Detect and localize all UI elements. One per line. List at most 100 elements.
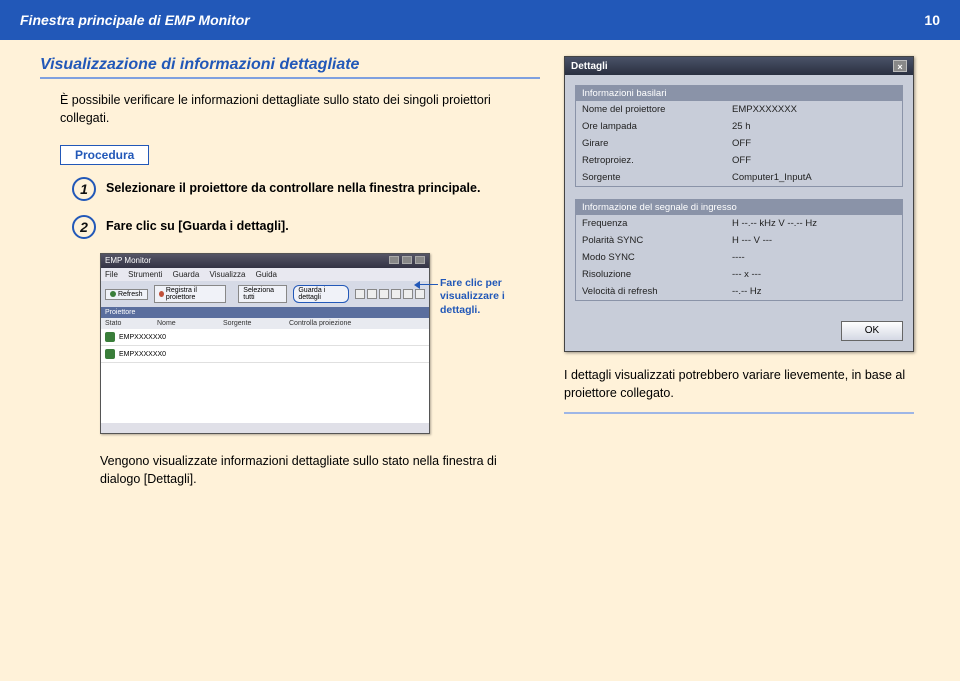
detail-label: Risoluzione xyxy=(582,269,732,280)
detail-label: Velocità di refresh xyxy=(582,286,732,297)
menu-item[interactable]: Strumenti xyxy=(128,270,162,279)
mw-subheader: Stato Nome Sorgente Controlla proiezione xyxy=(101,318,429,329)
left-column: Visualizzazione di informazioni dettagli… xyxy=(40,56,540,489)
result-note: Vengono visualizzate informazioni dettag… xyxy=(100,452,500,488)
main-window: EMP Monitor File Strumenti Guarda Visual… xyxy=(100,253,430,434)
col-contr: Controlla proiezione xyxy=(289,320,369,327)
detail-row: Modo SYNC---- xyxy=(576,249,902,266)
detail-value: 25 h xyxy=(732,121,896,132)
ctrl-icon[interactable] xyxy=(379,289,389,299)
callout-text: Fare clic per visualizzare i dettagli. xyxy=(440,277,520,316)
col-proiettore: Proiettore xyxy=(105,309,157,316)
dlg-title-text: Dettagli xyxy=(571,61,608,72)
detail-value: OFF xyxy=(732,138,896,149)
mw-title: EMP Monitor xyxy=(105,256,151,266)
ctrl-icon[interactable] xyxy=(403,289,413,299)
col-sorgente: Sorgente xyxy=(223,320,289,327)
group-basilari: Informazioni basilari Nome del proiettor… xyxy=(575,85,903,187)
detail-row: Nome del proiettoreEMPXXXXXXX xyxy=(576,101,902,118)
col-stato: Stato xyxy=(105,320,157,327)
procedure-badge: Procedura xyxy=(60,145,149,165)
step-text-2: Fare clic su [Guarda i dettagli]. xyxy=(106,215,289,235)
step-text-1: Selezionare il proiettore da controllare… xyxy=(106,177,480,197)
page-header: Finestra principale di EMP Monitor 10 xyxy=(0,0,960,40)
detail-label: Polarità SYNC xyxy=(582,235,732,246)
register-button[interactable]: Registra il proiettore xyxy=(154,285,227,303)
detail-label: Modo SYNC xyxy=(582,252,732,263)
group-segnale: Informazione del segnale di ingresso Fre… xyxy=(575,199,903,301)
intro-paragraph: È possibile verificare le informazioni d… xyxy=(60,91,540,127)
projector-icon xyxy=(105,332,115,342)
detail-row: Velocità di refresh--.-- Hz xyxy=(576,283,902,300)
col-spacer xyxy=(157,309,425,316)
step-bullet-2: 2 xyxy=(72,215,96,239)
refresh-icon xyxy=(110,291,116,297)
ctrl-icon[interactable] xyxy=(367,289,377,299)
detail-label: Sorgente xyxy=(582,172,732,183)
ctrl-icon[interactable] xyxy=(391,289,401,299)
menu-item[interactable]: Visualizza xyxy=(210,270,246,279)
group-header: Informazioni basilari xyxy=(576,86,902,101)
col-nome: Nome xyxy=(157,320,223,327)
ctrl-icon[interactable] xyxy=(415,289,425,299)
detail-value: EMPXXXXXXX xyxy=(732,104,896,115)
details-dialog: Dettagli × Informazioni basilari Nome de… xyxy=(564,56,914,352)
mw-body-empty xyxy=(101,363,429,423)
content-area: Visualizzazione di informazioni dettagli… xyxy=(0,40,960,489)
detail-row: Polarità SYNCH --- V --- xyxy=(576,232,902,249)
detail-label: Girare xyxy=(582,138,732,149)
detail-label: Retroproiez. xyxy=(582,155,732,166)
register-icon xyxy=(159,291,164,297)
control-icons xyxy=(355,289,425,299)
window-buttons xyxy=(388,256,425,266)
mw-toolbar: Refresh Registra il proiettore Seleziona… xyxy=(101,281,429,307)
page-title: Finestra principale di EMP Monitor xyxy=(20,12,250,28)
main-window-screenshot: EMP Monitor File Strumenti Guarda Visual… xyxy=(100,253,540,434)
section-title: Visualizzazione di informazioni dettagli… xyxy=(40,56,540,79)
ctrl-icon[interactable] xyxy=(355,289,365,299)
projector-icon xyxy=(105,349,115,359)
minimize-icon[interactable] xyxy=(389,256,399,264)
detail-label: Ore lampada xyxy=(582,121,732,132)
detail-row: GirareOFF xyxy=(576,135,902,152)
guarda-label: Guarda i dettagli xyxy=(298,287,344,301)
detail-row: SorgenteComputer1_InputA xyxy=(576,169,902,186)
detail-row: Risoluzione--- x --- xyxy=(576,266,902,283)
register-label: Registra il proiettore xyxy=(166,287,221,301)
table-row[interactable]: EMPXXXXXX0 xyxy=(101,329,429,346)
right-note: I dettagli visualizzati potrebbero varia… xyxy=(564,366,914,414)
mw-titlebar: EMP Monitor xyxy=(101,254,429,268)
dlg-titlebar: Dettagli × xyxy=(565,57,913,75)
row-name: EMPXXXXXX0 xyxy=(119,334,166,341)
menu-item[interactable]: Guida xyxy=(256,270,277,279)
detail-value: Computer1_InputA xyxy=(732,172,896,183)
detail-label: Frequenza xyxy=(582,218,732,229)
ok-button[interactable]: OK xyxy=(841,321,903,341)
detail-value: ---- xyxy=(732,252,896,263)
guarda-dettagli-button[interactable]: Guarda i dettagli xyxy=(293,285,349,303)
page-number: 10 xyxy=(924,12,940,28)
detail-value: OFF xyxy=(732,155,896,166)
step-2: 2 Fare clic su [Guarda i dettagli]. xyxy=(72,215,540,239)
maximize-icon[interactable] xyxy=(402,256,412,264)
close-icon[interactable]: × xyxy=(893,60,907,72)
mw-menubar: File Strumenti Guarda Visualizza Guida xyxy=(101,268,429,281)
mw-statusbar xyxy=(101,423,429,433)
detail-row: Retroproiez.OFF xyxy=(576,152,902,169)
detail-value: --.-- Hz xyxy=(732,286,896,297)
menu-item[interactable]: File xyxy=(105,270,118,279)
select-all-button[interactable]: Seleziona tutti xyxy=(238,285,287,303)
select-all-label: Seleziona tutti xyxy=(243,287,282,301)
dlg-footer: OK xyxy=(565,321,913,351)
menu-item[interactable]: Guarda xyxy=(173,270,200,279)
detail-row: Ore lampada25 h xyxy=(576,118,902,135)
right-column: Dettagli × Informazioni basilari Nome de… xyxy=(564,56,924,489)
detail-value: H --- V --- xyxy=(732,235,896,246)
step-bullet-1: 1 xyxy=(72,177,96,201)
refresh-button[interactable]: Refresh xyxy=(105,289,148,300)
detail-label: Nome del proiettore xyxy=(582,104,732,115)
table-row[interactable]: EMPXXXXXX0 xyxy=(101,346,429,363)
close-icon[interactable] xyxy=(415,256,425,264)
group-header: Informazione del segnale di ingresso xyxy=(576,200,902,215)
mw-list-header: Proiettore xyxy=(101,307,429,318)
